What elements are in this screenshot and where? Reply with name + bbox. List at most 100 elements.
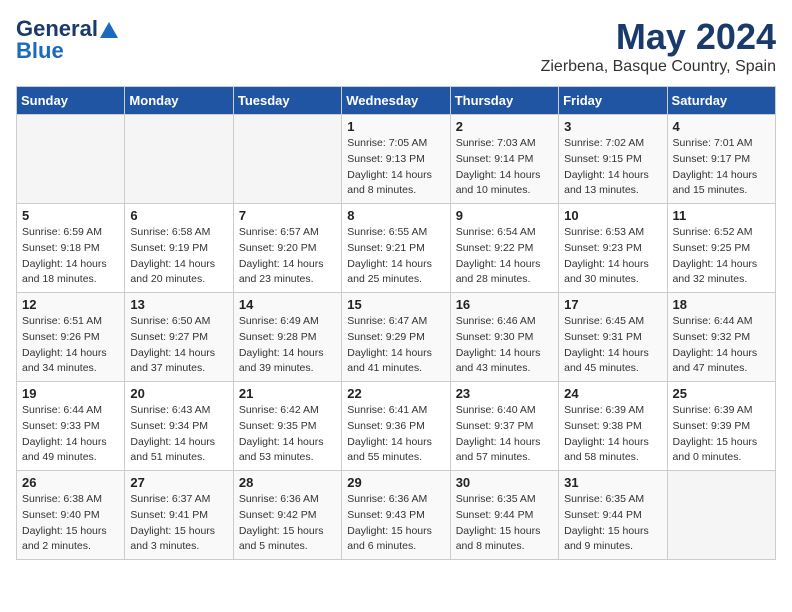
day-info: Sunrise: 6:35 AMSunset: 9:44 PMDaylight:… — [564, 492, 661, 555]
calendar-cell: 13 Sunrise: 6:50 AMSunset: 9:27 PMDayligh… — [125, 293, 233, 382]
day-number: 3 — [564, 119, 661, 134]
calendar-cell: 1 Sunrise: 7:05 AMSunset: 9:13 PMDaylight… — [342, 115, 450, 204]
calendar-cell: 23 Sunrise: 6:40 AMSunset: 9:37 PMDayligh… — [450, 382, 558, 471]
page-title: May 2024 — [541, 16, 776, 58]
day-number: 18 — [673, 297, 770, 312]
calendar-cell — [17, 115, 125, 204]
calendar-cell: 3 Sunrise: 7:02 AMSunset: 9:15 PMDaylight… — [559, 115, 667, 204]
day-info: Sunrise: 6:46 AMSunset: 9:30 PMDaylight:… — [456, 314, 553, 377]
title-block: May 2024 Zierbena, Basque Country, Spain — [541, 16, 776, 76]
day-info: Sunrise: 6:47 AMSunset: 9:29 PMDaylight:… — [347, 314, 444, 377]
day-info: Sunrise: 6:36 AMSunset: 9:43 PMDaylight:… — [347, 492, 444, 555]
day-number: 8 — [347, 208, 444, 223]
day-info: Sunrise: 6:42 AMSunset: 9:35 PMDaylight:… — [239, 403, 336, 466]
day-number: 27 — [130, 475, 227, 490]
calendar-cell: 16 Sunrise: 6:46 AMSunset: 9:30 PMDayligh… — [450, 293, 558, 382]
day-number: 11 — [673, 208, 770, 223]
day-number: 21 — [239, 386, 336, 401]
day-number: 24 — [564, 386, 661, 401]
day-number: 10 — [564, 208, 661, 223]
day-info: Sunrise: 6:39 AMSunset: 9:38 PMDaylight:… — [564, 403, 661, 466]
day-number: 19 — [22, 386, 119, 401]
calendar-cell: 22Sunrise: 6:41 AMSunset: 9:36 PMDayligh… — [342, 382, 450, 471]
day-info: Sunrise: 6:55 AMSunset: 9:21 PMDaylight:… — [347, 225, 444, 288]
calendar-cell: 28Sunrise: 6:36 AMSunset: 9:42 PMDayligh… — [233, 471, 341, 560]
calendar-cell: 4 Sunrise: 7:01 AMSunset: 9:17 PMDaylight… — [667, 115, 775, 204]
day-number: 29 — [347, 475, 444, 490]
calendar-cell: 27 Sunrise: 6:37 AMSunset: 9:41 PMDayligh… — [125, 471, 233, 560]
day-info: Sunrise: 6:53 AMSunset: 9:23 PMDaylight:… — [564, 225, 661, 288]
calendar-cell: 31 Sunrise: 6:35 AMSunset: 9:44 PMDayligh… — [559, 471, 667, 560]
calendar-cell: 26Sunrise: 6:38 AMSunset: 9:40 PMDayligh… — [17, 471, 125, 560]
day-info: Sunrise: 7:03 AMSunset: 9:14 PMDaylight:… — [456, 136, 553, 199]
day-number: 6 — [130, 208, 227, 223]
calendar-cell: 10 Sunrise: 6:53 AMSunset: 9:23 PMDayligh… — [559, 204, 667, 293]
calendar-week-row: 19 Sunrise: 6:44 AMSunset: 9:33 PMDayligh… — [17, 382, 776, 471]
weekday-header: Thursday — [450, 87, 558, 115]
page-subtitle: Zierbena, Basque Country, Spain — [541, 58, 776, 76]
calendar-cell: 30 Sunrise: 6:35 AMSunset: 9:44 PMDayligh… — [450, 471, 558, 560]
calendar-cell: 12Sunrise: 6:51 AMSunset: 9:26 PMDayligh… — [17, 293, 125, 382]
day-info: Sunrise: 7:01 AMSunset: 9:17 PMDaylight:… — [673, 136, 770, 199]
page-header: General Blue May 2024 Zierbena, Basque C… — [16, 16, 776, 76]
day-info: Sunrise: 6:58 AMSunset: 9:19 PMDaylight:… — [130, 225, 227, 288]
calendar-cell: 2 Sunrise: 7:03 AMSunset: 9:14 PMDaylight… — [450, 115, 558, 204]
calendar-cell: 29 Sunrise: 6:36 AMSunset: 9:43 PMDayligh… — [342, 471, 450, 560]
day-number: 9 — [456, 208, 553, 223]
day-info: Sunrise: 6:44 AMSunset: 9:33 PMDaylight:… — [22, 403, 119, 466]
day-info: Sunrise: 6:40 AMSunset: 9:37 PMDaylight:… — [456, 403, 553, 466]
day-info: Sunrise: 6:35 AMSunset: 9:44 PMDaylight:… — [456, 492, 553, 555]
day-number: 20 — [130, 386, 227, 401]
day-number: 26 — [22, 475, 119, 490]
weekday-header: Friday — [559, 87, 667, 115]
day-info: Sunrise: 6:51 AMSunset: 9:26 PMDaylight:… — [22, 314, 119, 377]
logo: General Blue — [16, 16, 118, 64]
weekday-header: Monday — [125, 87, 233, 115]
day-info: Sunrise: 6:41 AMSunset: 9:36 PMDaylight:… — [347, 403, 444, 466]
day-number: 4 — [673, 119, 770, 134]
weekday-header: Tuesday — [233, 87, 341, 115]
day-info: Sunrise: 6:43 AMSunset: 9:34 PMDaylight:… — [130, 403, 227, 466]
calendar-cell — [125, 115, 233, 204]
calendar-cell: 11Sunrise: 6:52 AMSunset: 9:25 PMDayligh… — [667, 204, 775, 293]
day-number: 25 — [673, 386, 770, 401]
calendar-cell: 8 Sunrise: 6:55 AMSunset: 9:21 PMDaylight… — [342, 204, 450, 293]
day-number: 14 — [239, 297, 336, 312]
calendar-cell — [667, 471, 775, 560]
calendar-cell: 20 Sunrise: 6:43 AMSunset: 9:34 PMDayligh… — [125, 382, 233, 471]
day-number: 30 — [456, 475, 553, 490]
calendar-cell: 25 Sunrise: 6:39 AMSunset: 9:39 PMDayligh… — [667, 382, 775, 471]
logo-blue: Blue — [16, 38, 64, 64]
day-info: Sunrise: 6:50 AMSunset: 9:27 PMDaylight:… — [130, 314, 227, 377]
day-number: 28 — [239, 475, 336, 490]
day-number: 23 — [456, 386, 553, 401]
weekday-header: Sunday — [17, 87, 125, 115]
calendar-cell: 5Sunrise: 6:59 AMSunset: 9:18 PMDaylight… — [17, 204, 125, 293]
calendar-cell: 24 Sunrise: 6:39 AMSunset: 9:38 PMDayligh… — [559, 382, 667, 471]
day-number: 16 — [456, 297, 553, 312]
day-number: 31 — [564, 475, 661, 490]
day-info: Sunrise: 6:54 AMSunset: 9:22 PMDaylight:… — [456, 225, 553, 288]
calendar-cell: 14 Sunrise: 6:49 AMSunset: 9:28 PMDayligh… — [233, 293, 341, 382]
day-info: Sunrise: 6:37 AMSunset: 9:41 PMDaylight:… — [130, 492, 227, 555]
day-number: 17 — [564, 297, 661, 312]
day-number: 15 — [347, 297, 444, 312]
calendar-cell — [233, 115, 341, 204]
day-number: 1 — [347, 119, 444, 134]
day-number: 2 — [456, 119, 553, 134]
day-number: 13 — [130, 297, 227, 312]
day-info: Sunrise: 6:49 AMSunset: 9:28 PMDaylight:… — [239, 314, 336, 377]
weekday-header: Saturday — [667, 87, 775, 115]
calendar-week-row: 12Sunrise: 6:51 AMSunset: 9:26 PMDayligh… — [17, 293, 776, 382]
calendar-week-row: 26Sunrise: 6:38 AMSunset: 9:40 PMDayligh… — [17, 471, 776, 560]
day-info: Sunrise: 7:05 AMSunset: 9:13 PMDaylight:… — [347, 136, 444, 199]
calendar-cell: 21 Sunrise: 6:42 AMSunset: 9:35 PMDayligh… — [233, 382, 341, 471]
day-info: Sunrise: 6:45 AMSunset: 9:31 PMDaylight:… — [564, 314, 661, 377]
day-info: Sunrise: 6:44 AMSunset: 9:32 PMDaylight:… — [673, 314, 770, 377]
calendar-cell: 18 Sunrise: 6:44 AMSunset: 9:32 PMDayligh… — [667, 293, 775, 382]
weekday-header-row: SundayMondayTuesdayWednesdayThursdayFrid… — [17, 87, 776, 115]
weekday-header: Wednesday — [342, 87, 450, 115]
day-info: Sunrise: 6:39 AMSunset: 9:39 PMDaylight:… — [673, 403, 770, 466]
calendar-cell: 7Sunrise: 6:57 AMSunset: 9:20 PMDaylight… — [233, 204, 341, 293]
day-info: Sunrise: 7:02 AMSunset: 9:15 PMDaylight:… — [564, 136, 661, 199]
